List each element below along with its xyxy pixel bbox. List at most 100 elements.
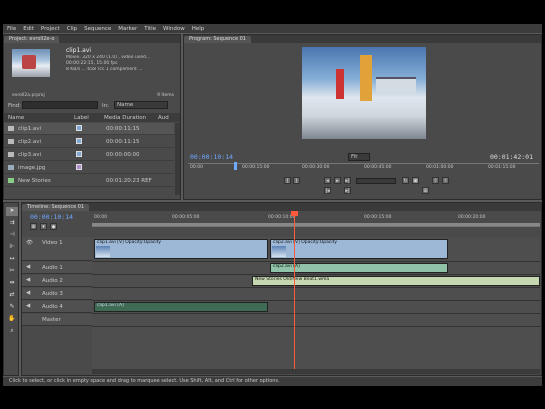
menu-sequence[interactable]: Sequence [84, 26, 111, 32]
loop-button[interactable]: ↻ [402, 177, 409, 184]
track-header-audio-2[interactable]: ◀ Audio 2 [22, 275, 92, 287]
trim-button[interactable]: ⊞ [422, 187, 429, 194]
timeline-toolbar: ⊕ ▾ ◆ [30, 223, 90, 231]
slip-tool-icon[interactable]: ⇹ [6, 279, 18, 288]
playhead-handle[interactable] [291, 211, 298, 216]
timeline-playhead[interactable] [294, 213, 295, 369]
ruler-label: 00:00:15:00 [242, 165, 270, 170]
audio-clip-2[interactable]: New Stories Old/New Beat1.wma [252, 276, 540, 286]
track-header-audio-3[interactable]: ◀ Audio 3 [22, 288, 92, 300]
menu-clip[interactable]: Clip [67, 26, 77, 32]
clip-info-3: 8 KB/s ... 658 Tcc 1 compliment ... [66, 67, 143, 72]
project-tabbar: Project: evroll2e-o [4, 35, 180, 43]
in-select[interactable]: Name [114, 101, 168, 109]
speaker-icon[interactable]: ◀ [26, 290, 30, 296]
timeline-scrollbar[interactable] [92, 369, 540, 374]
audio-icon [8, 178, 14, 183]
slide-tool-icon[interactable]: ⇄ [6, 291, 18, 300]
project-panel: Project: evroll2e-o clip1.avi Movie, 320… [3, 34, 181, 200]
col-name[interactable]: Name [8, 115, 24, 121]
menu-project[interactable]: Project [41, 26, 60, 32]
ruler-label: 00:01:15:00 [488, 165, 516, 170]
col-audio[interactable]: Aud [158, 115, 169, 121]
track-lane [92, 300, 540, 301]
speaker-icon[interactable]: ◀ [26, 277, 30, 283]
menu-title[interactable]: Title [144, 26, 156, 32]
step-forward-button[interactable]: ▸| [344, 177, 351, 184]
track-area[interactable]: clip1.avi [V] Opacity:Opacity clip2.avi … [92, 211, 540, 369]
list-item[interactable]: New Stories 00:01:20:23 REF [4, 175, 174, 187]
hand-tool-icon[interactable]: ✋ [6, 315, 18, 324]
play-button[interactable]: ▸ [334, 177, 341, 184]
col-label[interactable]: Label [74, 115, 89, 121]
mark-out-button[interactable]: } [293, 177, 300, 184]
zoom-tool-icon[interactable]: ⌕ [6, 327, 18, 336]
mark-in-button[interactable]: { [284, 177, 291, 184]
program-playhead[interactable] [234, 162, 237, 170]
tab-timeline[interactable]: Timeline: Sequence 01 [22, 204, 90, 211]
razor-tool-icon[interactable]: ✂ [6, 267, 18, 276]
extract-button[interactable]: ⇪ [442, 177, 449, 184]
menu-help[interactable]: Help [192, 26, 205, 32]
lift-button[interactable]: ⇧ [432, 177, 439, 184]
track-lane [92, 313, 540, 314]
tab-project[interactable]: Project: evroll2e-o [4, 36, 60, 43]
snap-button[interactable]: ⊕ [30, 223, 37, 230]
work-area-bar[interactable] [92, 223, 540, 226]
track-name: Audio 1 [42, 265, 63, 271]
program-timecode[interactable]: 00:00:10:14 [190, 153, 233, 161]
speaker-icon[interactable]: ◀ [26, 303, 30, 309]
set-marker-button[interactable]: ▾ [40, 223, 47, 230]
menu-marker[interactable]: Marker [118, 26, 137, 32]
track-header-audio-1[interactable]: ◀ Audio 1 [22, 262, 92, 274]
track-header-audio-4[interactable]: ◀ Audio 4 [22, 301, 92, 313]
list-item[interactable]: clip1.avi 00:00:11:15 [4, 123, 174, 135]
audio-clip-1[interactable]: clip2.avi [A] [270, 263, 448, 273]
list-item[interactable]: clip2.avi 00:00:11:15 [4, 136, 174, 148]
program-ruler[interactable]: 00:00 00:00:15:00 00:00:30:00 00:00:45:0… [188, 162, 539, 172]
col-duration[interactable]: Media Duration [104, 115, 146, 121]
track-header-master[interactable]: Master [22, 314, 92, 326]
set-encore-button[interactable]: ◆ [50, 223, 57, 230]
go-to-out-button[interactable]: ▸| [344, 187, 351, 194]
rate-stretch-tool-icon[interactable]: ↔ [6, 255, 18, 264]
ruler-label: 00:00 [190, 165, 203, 170]
track-headers: 👁 Video 1 ◀ Audio 1 ◀ Audio 2 ◀ Audio 3 … [22, 237, 92, 345]
track-name: Audio 4 [42, 304, 63, 310]
track-select-tool-icon[interactable]: ⇉ [6, 219, 18, 228]
video-clip-1[interactable]: clip1.avi [V] Opacity:Opacity [94, 239, 268, 259]
step-back-button[interactable]: ◂ [324, 177, 331, 184]
menu-file[interactable]: File [7, 26, 16, 32]
menu-window[interactable]: Window [163, 26, 185, 32]
program-duration: 00:01:42:01 [489, 153, 533, 161]
timeline-timecode[interactable]: 00:00:10:14 [30, 213, 73, 221]
selection-tool-icon[interactable]: ➤ [6, 207, 18, 216]
safe-margins-button[interactable]: ▣ [412, 177, 419, 184]
go-to-in-button[interactable]: |◂ [324, 187, 331, 194]
item-name: clip1.avi [18, 126, 41, 132]
find-input[interactable] [22, 101, 98, 109]
tab-program[interactable]: Program: Sequence 01 [184, 36, 251, 43]
video-clip-2[interactable]: clip2.avi [V] Opacity:Opacity [270, 239, 448, 259]
ripple-edit-tool-icon[interactable]: ⊣ [6, 231, 18, 240]
track-header-video-1[interactable]: 👁 Video 1 [22, 237, 92, 261]
project-scrollbar[interactable] [175, 123, 180, 195]
timeline-ruler[interactable]: 00:00 00:00:05:00 00:00:10:00 00:00:15:0… [92, 213, 540, 227]
item-name: New Stories [18, 178, 51, 184]
track-name: Audio 3 [42, 291, 63, 297]
menu-edit[interactable]: Edit [23, 26, 34, 32]
jog-shuttle[interactable] [356, 178, 396, 184]
list-item[interactable]: image.jpg [4, 162, 174, 174]
ruler-label: 00:00:15:00 [364, 215, 392, 220]
eye-icon[interactable]: 👁 [26, 240, 33, 246]
list-item[interactable]: clip3.avi 00:00:00:00 [4, 149, 174, 161]
speaker-icon[interactable]: ◀ [26, 264, 30, 270]
ruler-label: 00:00:45:00 [364, 165, 392, 170]
fit-select[interactable]: Fit [348, 153, 370, 161]
pen-tool-icon[interactable]: ✎ [6, 303, 18, 312]
track-name: Video 1 [42, 240, 63, 246]
item-name: clip3.avi [18, 152, 41, 158]
rolling-edit-tool-icon[interactable]: ⊩ [6, 243, 18, 252]
audio-clip-4[interactable]: clip1.avi [A] [94, 302, 268, 312]
item-name: image.jpg [18, 165, 46, 171]
